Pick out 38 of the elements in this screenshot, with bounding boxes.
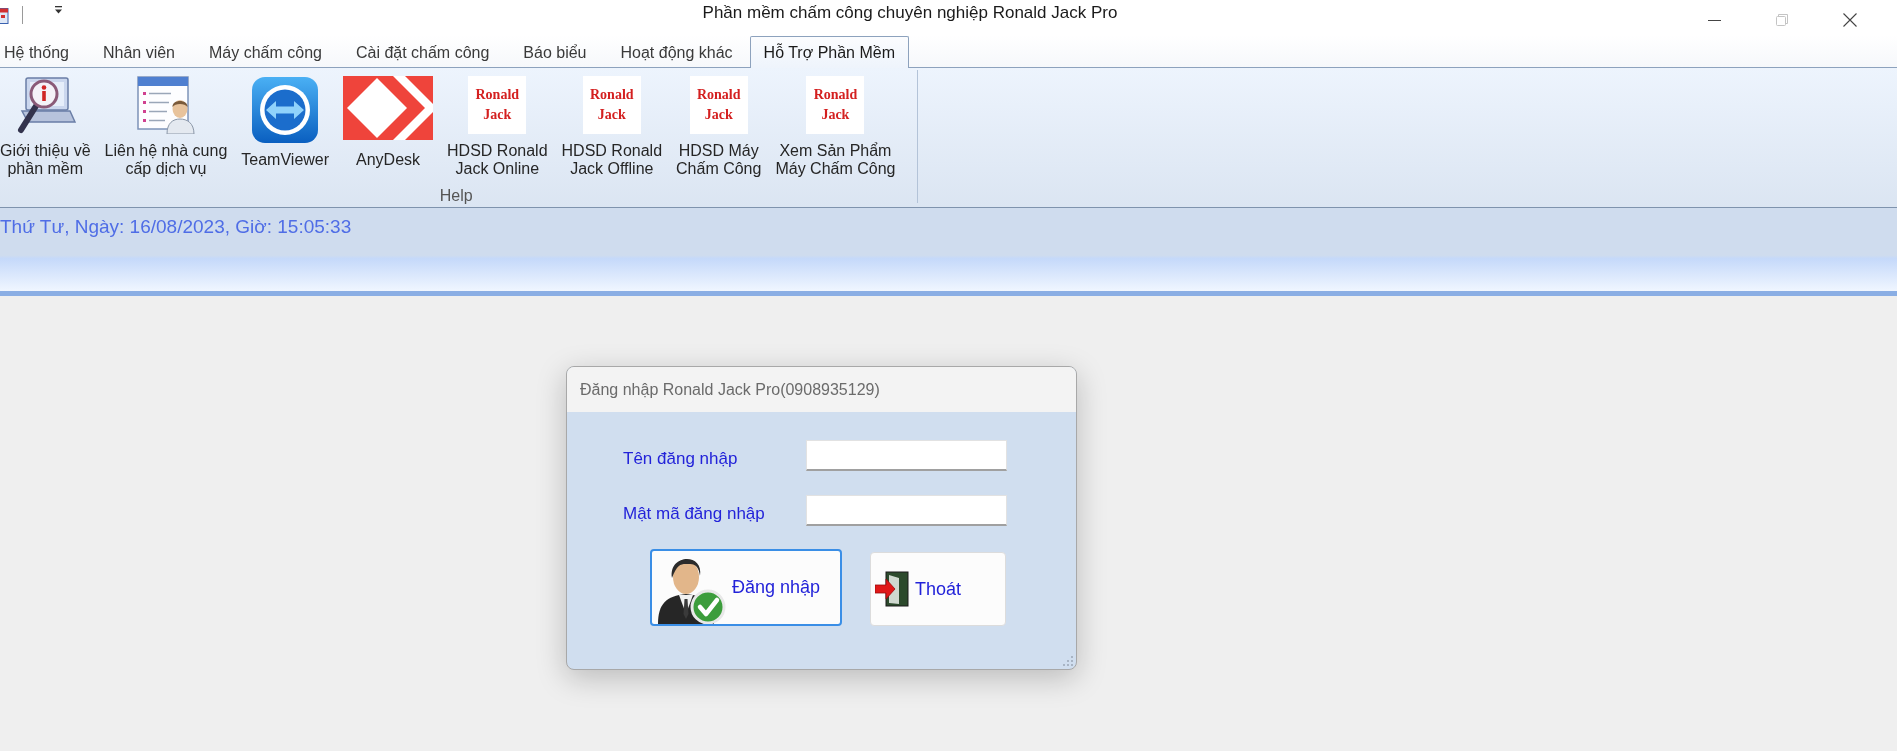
text-logo: Ronald Jack (806, 76, 865, 134)
input-field[interactable] (806, 440, 1007, 471)
diamond-logo-icon (343, 76, 434, 140)
close-icon (1843, 13, 1857, 27)
restore-icon (1776, 14, 1788, 26)
text-logo: Ronald Jack (468, 76, 527, 134)
tab[interactable]: Hỗ Trợ Phần Mềm (749, 36, 909, 68)
tab[interactable]: Báo biểu (506, 37, 604, 68)
text-logo: Ronald Jack (582, 76, 641, 134)
tab[interactable]: Máy chấm công (192, 37, 339, 68)
login-button[interactable]: Đăng nhập (650, 549, 842, 626)
text-logo: Ronald Jack (689, 76, 748, 134)
tab[interactable]: Hệ thống (0, 37, 86, 68)
ribbon-button[interactable]: TeamViewer (234, 76, 337, 178)
group-label: Help (439, 186, 473, 206)
ribbon-button[interactable]: Liên hệ nhà cung cấp dịch vụ (97, 76, 235, 178)
ribbon-button[interactable]: Ronald Jack HDSD Máy Chấm Công (669, 76, 769, 178)
ribbon-button[interactable]: Giới thiệu về phần mềm (0, 76, 98, 178)
input-field[interactable] (806, 495, 1007, 526)
tab[interactable]: Cài đặt chấm công (338, 37, 507, 68)
app-icon[interactable] (0, 7, 9, 24)
dropdown-arrow-icon[interactable] (54, 6, 63, 14)
date-time-text: Thứ Tư, Ngày: 16/08/2023, Giờ: 15:05:33 (0, 216, 352, 238)
tab[interactable]: Hoạt động khác (603, 37, 750, 68)
ribbon-button[interactable]: Ronald Jack HDSD Ronald Jack Offline (554, 76, 670, 178)
minimize-icon (1707, 19, 1721, 21)
dialog-title: Đăng nhập Ronald Jack Pro(0908935129) (580, 380, 880, 399)
door-arrow-icon (875, 571, 909, 607)
tab[interactable]: Nhân viên (85, 37, 192, 68)
field-label: Mật mã đăng nhập (623, 502, 766, 524)
contact-list-icon (136, 76, 195, 134)
resize-grip-icon[interactable] (1063, 656, 1073, 666)
ribbon-button[interactable]: Ronald Jack Xem Sản Phẩm Máy Chấm Công (768, 76, 903, 178)
exit-button[interactable]: Thoát (870, 552, 1006, 626)
ribbon-button[interactable]: Ronald Jack HDSD Ronald Jack Online (440, 76, 555, 178)
field-label: Tên đăng nhập (623, 447, 739, 469)
window-title: Phần mềm chấm công chuyên nghiệp Ronald Jack Pro (702, 3, 1118, 23)
ribbon-button[interactable]: AnyDesk (336, 76, 441, 178)
